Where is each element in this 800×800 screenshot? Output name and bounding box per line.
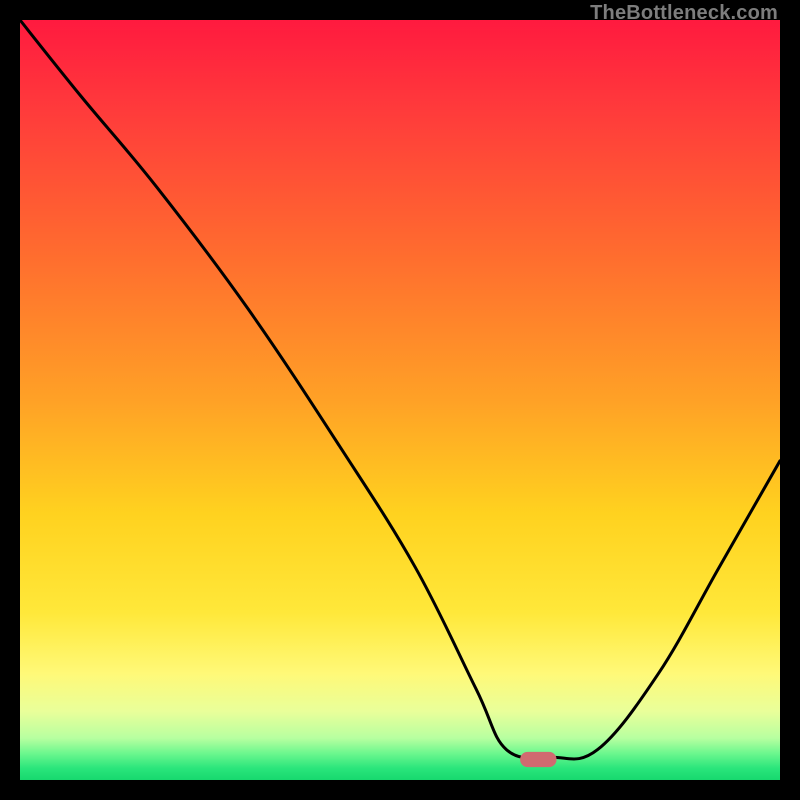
gradient-background bbox=[20, 20, 780, 780]
chart-svg bbox=[20, 20, 780, 780]
target-marker bbox=[520, 752, 556, 767]
chart-frame: TheBottleneck.com bbox=[0, 0, 800, 800]
plot-area bbox=[20, 20, 780, 780]
